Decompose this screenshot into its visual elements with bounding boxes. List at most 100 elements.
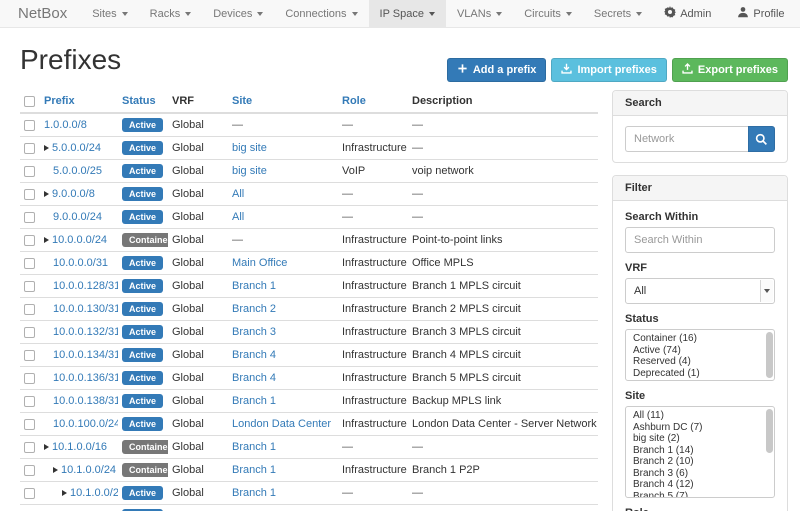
site-link[interactable]: Branch 4 [232, 372, 276, 384]
select-all-checkbox[interactable] [24, 96, 35, 107]
status-option[interactable]: Deprecated (1) [626, 368, 774, 380]
row-checkbox[interactable] [24, 327, 35, 338]
filter-panel-title: Filter [613, 176, 787, 201]
prefix-link[interactable]: 5.0.0.0/25 [53, 165, 102, 177]
table-row: 9.0.0.0/24ActiveGlobalAll—— [20, 206, 598, 229]
row-checkbox[interactable] [24, 488, 35, 499]
description-empty: — [412, 142, 423, 154]
site-link[interactable]: Branch 1 [232, 280, 276, 292]
status-option[interactable]: Container (16) [626, 333, 774, 345]
prefix-link[interactable]: 5.0.0.0/24 [52, 142, 101, 154]
row-checkbox[interactable] [24, 143, 35, 154]
row-checkbox[interactable] [24, 120, 35, 131]
site-link[interactable]: big site [232, 165, 267, 177]
site-option[interactable]: Branch 5 (7) [626, 491, 774, 499]
nav-item-profile[interactable]: Profile [726, 6, 795, 21]
site-link[interactable]: Branch 1 [232, 395, 276, 407]
prefix-link[interactable]: 10.0.100.0/24 [53, 418, 118, 430]
site-link[interactable]: Branch 1 [232, 464, 276, 476]
row-checkbox[interactable] [24, 212, 35, 223]
prefix-link[interactable]: 10.1.0.0/24 [61, 464, 116, 476]
brand-logo[interactable]: NetBox [0, 0, 81, 27]
nav-item-label: Profile [753, 8, 784, 20]
site-option[interactable]: Branch 2 (10) [626, 456, 774, 468]
site-link[interactable]: Branch 2 [232, 303, 276, 315]
search-button[interactable] [748, 126, 775, 152]
site-option[interactable]: Branch 4 (12) [626, 479, 774, 491]
site-option[interactable]: All (11) [626, 410, 774, 422]
column-header-role[interactable]: Role [338, 90, 408, 113]
export-prefixes-button[interactable]: Export prefixes [672, 58, 788, 82]
prefix-link[interactable]: 10.0.0.134/31 [53, 349, 118, 361]
site-option[interactable]: big site (2) [626, 433, 774, 445]
description-text: Backup MPLS link [412, 395, 501, 407]
select-dropdown-strip[interactable] [760, 280, 773, 302]
row-checkbox[interactable] [24, 442, 35, 453]
row-checkbox[interactable] [24, 189, 35, 200]
nav-item-racks[interactable]: Racks [139, 0, 203, 27]
nav-item-admin[interactable]: Admin [653, 6, 722, 21]
column-header-status[interactable]: Status [118, 90, 168, 113]
row-checkbox[interactable] [24, 304, 35, 315]
prefix-link[interactable]: 10.0.0.128/31 [53, 280, 118, 292]
nav-item-vlans[interactable]: VLANs [446, 0, 513, 27]
nav-item-circuits[interactable]: Circuits [513, 0, 583, 27]
scrollbar-thumb[interactable] [766, 409, 773, 453]
search-within-input[interactable] [625, 227, 775, 253]
row-checkbox[interactable] [24, 258, 35, 269]
site-link[interactable]: London Data Center [232, 418, 331, 430]
scrollbar-thumb[interactable] [766, 332, 773, 378]
prefix-link[interactable]: 10.0.0.132/31 [53, 326, 118, 338]
row-checkbox[interactable] [24, 350, 35, 361]
status-option[interactable]: Active (74) [626, 345, 774, 357]
vrf-select[interactable]: All [625, 278, 775, 304]
status-badge: Active [122, 141, 163, 155]
row-checkbox[interactable] [24, 235, 35, 246]
prefix-link[interactable]: 10.1.0.0/16 [52, 441, 107, 453]
site-option[interactable]: Branch 3 (6) [626, 468, 774, 480]
nav-item-devices[interactable]: Devices [202, 0, 274, 27]
prefix-link[interactable]: 10.0.0.0/31 [53, 257, 108, 269]
site-listbox[interactable]: All (11)Ashburn DC (7)big site (2)Branch… [625, 406, 775, 498]
prefix-link[interactable]: 10.1.0.0/25 [70, 487, 118, 499]
prefix-link[interactable]: 1.0.0.0/8 [44, 119, 87, 131]
table-row: 10.1.0.0/25ActiveGlobalBranch 1—— [20, 482, 598, 505]
status-option[interactable]: Reserved (4) [626, 356, 774, 368]
row-checkbox[interactable] [24, 465, 35, 476]
site-link[interactable]: All [232, 188, 244, 200]
import-prefixes-button[interactable]: Import prefixes [551, 58, 666, 82]
site-link[interactable]: Branch 1 [232, 487, 276, 499]
site-link[interactable]: Branch 3 [232, 326, 276, 338]
prefix-link[interactable]: 10.0.0.0/24 [52, 234, 107, 246]
vrf-text: Global [172, 188, 204, 200]
prefix-link[interactable]: 9.0.0.0/8 [52, 188, 95, 200]
site-link[interactable]: Branch 1 [232, 441, 276, 453]
site-option[interactable]: Branch 1 (14) [626, 445, 774, 457]
column-header-prefix[interactable]: Prefix [40, 90, 118, 113]
search-input[interactable] [625, 126, 748, 152]
column-header-site[interactable]: Site [228, 90, 338, 113]
nav-item-ip-space[interactable]: IP Space [369, 0, 446, 27]
nav-item-connections[interactable]: Connections [274, 0, 368, 27]
site-link[interactable]: All [232, 211, 244, 223]
prefix-link[interactable]: 10.0.0.138/31 [53, 395, 118, 407]
prefix-link[interactable]: 9.0.0.0/24 [53, 211, 102, 223]
site-option[interactable]: Ashburn DC (7) [626, 422, 774, 434]
row-checkbox[interactable] [24, 396, 35, 407]
add-a-prefix-button[interactable]: Add a prefix [447, 58, 547, 82]
nav-item-secrets[interactable]: Secrets [583, 0, 653, 27]
prefix-link[interactable]: 10.0.0.130/31 [53, 303, 118, 315]
site-link[interactable]: Main Office [232, 257, 287, 269]
row-checkbox[interactable] [24, 373, 35, 384]
nav-item-sites[interactable]: Sites [81, 0, 138, 27]
description-empty: — [412, 188, 423, 200]
column-header-vrf: VRF [168, 90, 228, 113]
row-checkbox[interactable] [24, 281, 35, 292]
row-checkbox[interactable] [24, 419, 35, 430]
site-link[interactable]: big site [232, 142, 267, 154]
row-checkbox[interactable] [24, 166, 35, 177]
status-listbox[interactable]: Container (16)Active (74)Reserved (4)Dep… [625, 329, 775, 381]
site-link[interactable]: Branch 4 [232, 349, 276, 361]
prefix-link[interactable]: 10.0.0.136/31 [53, 372, 118, 384]
table-header-row: Prefix Status VRF Site Role Description [20, 90, 598, 113]
